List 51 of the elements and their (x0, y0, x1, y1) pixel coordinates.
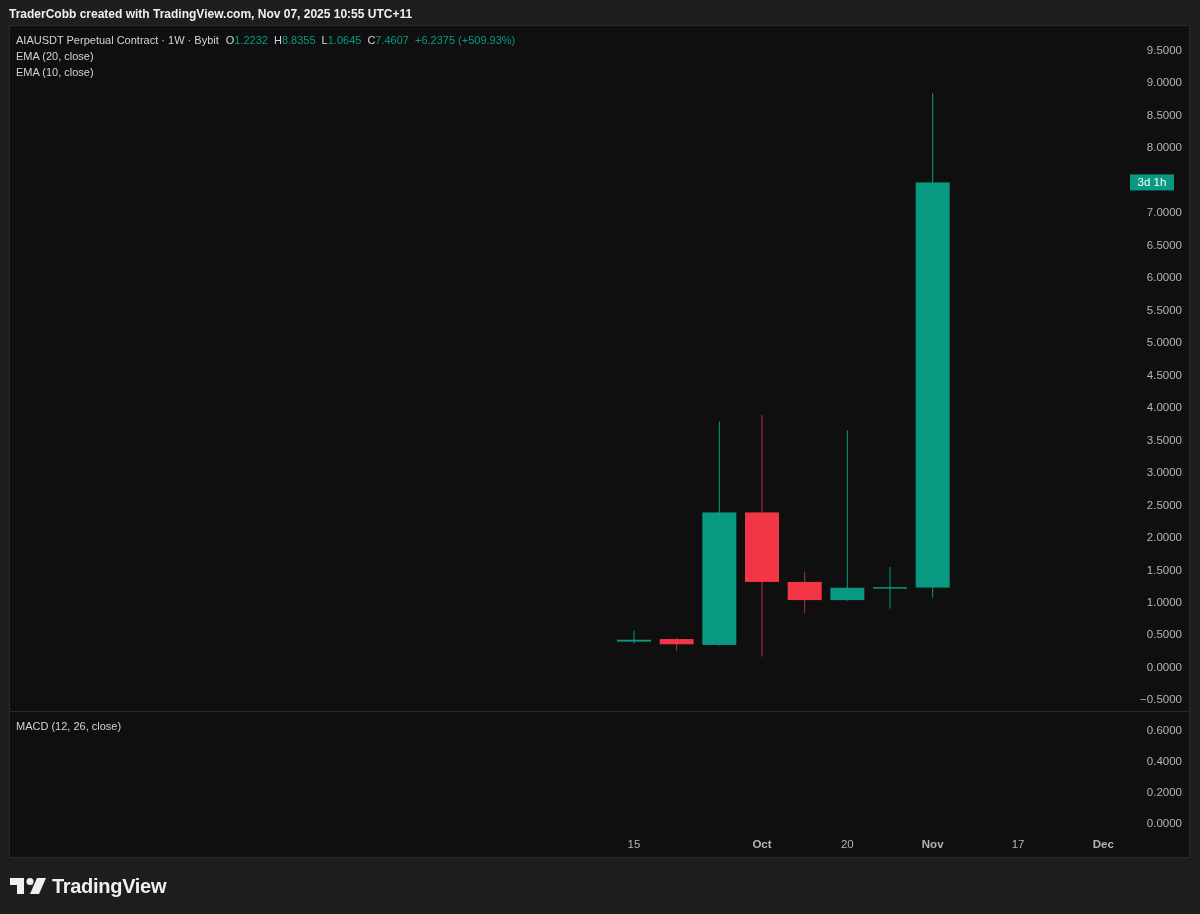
ohlc-label: C (367, 34, 376, 46)
logo-icon (10, 877, 46, 894)
macd-scale-label: 0.0000 (1146, 817, 1182, 829)
ohlc-value: 7.4607 (375, 34, 409, 46)
price-label: 2.0000 (1146, 531, 1182, 544)
price-label: 4.0000 (1146, 401, 1182, 414)
price-label: 3.0000 (1146, 466, 1182, 479)
time-label: Dec (1092, 838, 1114, 850)
macd-scale-label: 0.2000 (1146, 786, 1182, 798)
price-label: 8.0000 (1146, 141, 1182, 154)
price-label: 9.5000 (1146, 44, 1182, 56)
change-value: +6.2375 (+509.93%) (415, 34, 516, 46)
price-label: −0.5000 (1140, 693, 1182, 706)
ohlc-value: 8.8355 (281, 34, 316, 46)
ohlc-value: 1.2232 (234, 34, 268, 46)
macd-scale-label: 0.6000 (1146, 724, 1182, 736)
price-label: 0.0000 (1146, 660, 1182, 673)
ohlc-label: O (225, 34, 235, 46)
ohlc-label: H (274, 34, 282, 46)
brand-name: TradingView (52, 873, 167, 899)
candlestick (787, 571, 822, 614)
price-label: 8.5000 (1146, 108, 1182, 121)
indicator-label: EMA (20, close) (16, 50, 94, 62)
time-label: 15 (627, 838, 641, 850)
price-label: 6.5000 (1146, 238, 1182, 251)
candlestick (873, 567, 907, 609)
indicator-label: MACD (12, 26, close) (16, 720, 122, 732)
time-label: Nov (921, 838, 944, 850)
price-label: 6.0000 (1146, 271, 1182, 284)
price-label: 1.0000 (1146, 596, 1182, 608)
time-label: 20 (840, 838, 854, 850)
ohlc-value: 1.0645 (327, 34, 362, 46)
candlestick (659, 637, 694, 651)
price-label: 2.5000 (1146, 498, 1182, 511)
time-label: 17 (1011, 838, 1025, 850)
price-label: 4.5000 (1146, 368, 1182, 381)
ohlc-label: L (321, 34, 328, 46)
price-label: 3.5000 (1146, 433, 1182, 446)
price-label: 0.5000 (1146, 628, 1182, 641)
price-label: 9.0000 (1146, 76, 1182, 89)
countdown-badge: 3d 1h (1130, 174, 1174, 191)
time-label: Oct (752, 838, 772, 850)
price-label: 7.0000 (1146, 206, 1182, 219)
price-label: 5.0000 (1146, 336, 1182, 349)
candlestick (617, 630, 651, 644)
price-label: 1.5000 (1146, 563, 1182, 576)
macd-scale-label: 0.4000 (1146, 755, 1182, 767)
price-label: 5.5000 (1146, 303, 1182, 316)
indicator-label: EMA (10, close) (16, 66, 94, 78)
chart-caption: TraderCobb created with TradingView.com, Nov 07, 2025 10:55 UTC+11 (9, 7, 413, 21)
symbol-title: AIAUSDT Perpetual Contract · 1W · Bybit (16, 34, 219, 46)
